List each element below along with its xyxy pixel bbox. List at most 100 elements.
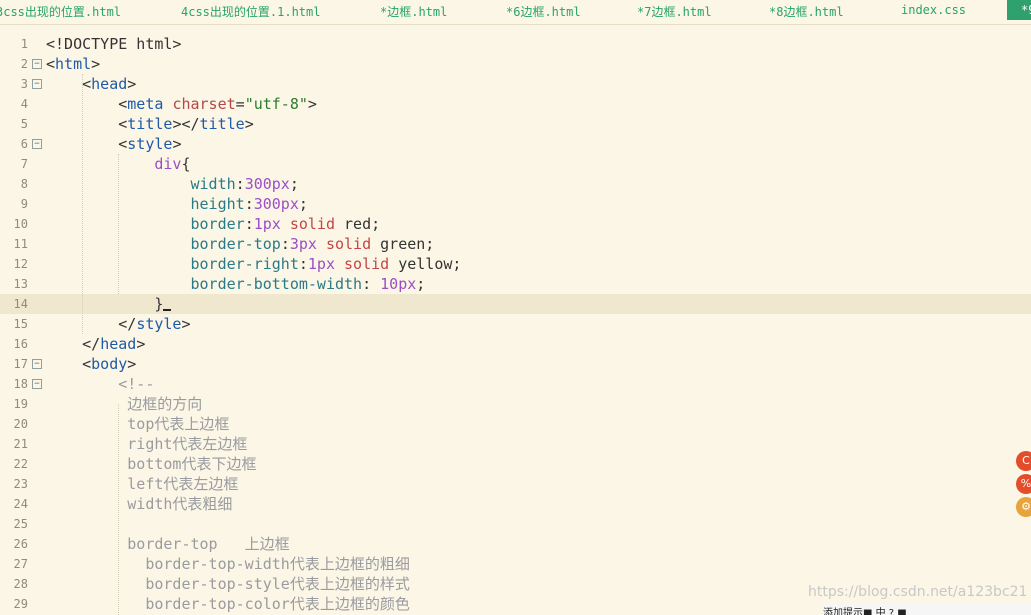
- line-number: 25: [13, 517, 28, 531]
- code-line[interactable]: 15 </style>: [0, 314, 1031, 334]
- code-line[interactable]: 23 left代表左边框: [0, 474, 1031, 494]
- code-text: border-top-color代表上边框的颜色: [46, 595, 410, 613]
- tab-3[interactable]: *6边框.html: [506, 3, 581, 20]
- code-line[interactable]: 17− <body>: [0, 354, 1031, 374]
- code-text: width代表粗细: [46, 495, 233, 513]
- code-text: bottom代表下边框: [46, 455, 257, 473]
- code-line[interactable]: 19 边框的方向: [0, 394, 1031, 414]
- code-text: <style>: [46, 135, 182, 153]
- line-number: 1: [20, 37, 28, 51]
- line-number: 7: [20, 157, 28, 171]
- code-text: top代表上边框: [46, 415, 230, 433]
- tab-4[interactable]: *7边框.html: [637, 3, 712, 20]
- line-number: 8: [20, 177, 28, 191]
- fold-toggle-icon[interactable]: −: [32, 359, 42, 369]
- code-text: <head>: [46, 75, 137, 93]
- code-line[interactable]: 3− <head>: [0, 74, 1031, 94]
- line-number: 11: [13, 237, 28, 251]
- line-number: 15: [13, 317, 28, 331]
- code-text: }: [46, 294, 172, 314]
- line-number: 18: [13, 377, 28, 391]
- code-line[interactable]: 20 top代表上边框: [0, 414, 1031, 434]
- code-line[interactable]: 2− <html>: [0, 54, 1031, 74]
- code-line[interactable]: 9 height:300px;: [0, 194, 1031, 214]
- indent-guide: [118, 154, 119, 294]
- fold-toggle-icon[interactable]: −: [32, 139, 42, 149]
- code-text: left代表左边框: [46, 475, 239, 493]
- code-line[interactable]: 11 border-top:3px solid green;: [0, 234, 1031, 254]
- tab-0[interactable]: 3css出现的位置.html: [0, 3, 121, 20]
- code-line[interactable]: 22 bottom代表下边框: [0, 454, 1031, 474]
- line-number: 2: [20, 57, 28, 71]
- code-line[interactable]: 13 border-bottom-width: 10px;: [0, 274, 1031, 294]
- code-line[interactable]: 25: [0, 514, 1031, 534]
- line-number: 5: [20, 117, 28, 131]
- line-number: 19: [13, 397, 28, 411]
- code-text: </style>: [46, 315, 191, 333]
- text-cursor: [163, 309, 172, 311]
- code-line[interactable]: 1 <!DOCTYPE html>: [0, 34, 1031, 54]
- code-text: border-top 上边框: [46, 535, 290, 553]
- indent-guide: [82, 74, 83, 334]
- line-number: 3: [20, 77, 28, 91]
- code-editor[interactable]: 1 <!DOCTYPE html> 2− <html> 3− <head> 4 <meta…: [0, 34, 1031, 615]
- line-number: 10: [13, 217, 28, 231]
- code-line[interactable]: 5 <title></title>: [0, 114, 1031, 134]
- tab-6[interactable]: index.css: [901, 3, 966, 17]
- code-text: border-top-style代表上边框的样式: [46, 575, 410, 593]
- code-text: border-right:1px solid yellow;: [190, 255, 462, 273]
- fold-toggle-icon[interactable]: −: [32, 59, 42, 69]
- code-line[interactable]: 10 border:1px solid red;: [0, 214, 1031, 234]
- tab-1[interactable]: 4css出现的位置.1.html: [181, 3, 320, 20]
- code-text: border-bottom-width: 10px;: [190, 275, 426, 293]
- line-number: 24: [13, 497, 28, 511]
- code-line[interactable]: 7 div{: [0, 154, 1031, 174]
- line-number: 4: [20, 97, 28, 111]
- code-text: <body>: [46, 355, 137, 373]
- code-text: border-top-width代表上边框的粗细: [46, 555, 410, 573]
- code-line[interactable]: 14 }: [0, 294, 1031, 314]
- code-line[interactable]: 4 <meta charset="utf-8">: [0, 94, 1031, 114]
- line-number: 9: [20, 197, 28, 211]
- code-text: <title></title>: [46, 115, 254, 133]
- ime-status-bar: 添加提示■ 中 ? ■: [823, 604, 1031, 615]
- code-text: right代表左边框: [46, 435, 248, 453]
- code-text: width:300px;: [190, 175, 299, 193]
- code-line[interactable]: 16 </head>: [0, 334, 1031, 354]
- percent-icon[interactable]: %: [1016, 474, 1031, 494]
- code-text: border-top:3px solid green;: [190, 235, 435, 253]
- gear-icon[interactable]: ⚙: [1016, 497, 1031, 517]
- tab-5[interactable]: *8边框.html: [769, 3, 844, 20]
- code-text: <!--: [46, 375, 155, 393]
- line-number: 14: [13, 297, 28, 311]
- code-line[interactable]: 6− <style>: [0, 134, 1031, 154]
- line-number: 20: [13, 417, 28, 431]
- line-number: 26: [13, 537, 28, 551]
- plugin-c-icon[interactable]: C: [1016, 451, 1031, 471]
- line-number: 22: [13, 457, 28, 471]
- tab-2[interactable]: *边框.html: [380, 3, 447, 20]
- code-text: <!DOCTYPE html>: [46, 35, 182, 53]
- line-number: 12: [13, 257, 28, 271]
- tab-bar: 3css出现的位置.html 4css出现的位置.1.html *边框.html *6…: [0, 0, 1031, 25]
- code-line[interactable]: 24 width代表粗细: [0, 494, 1031, 514]
- code-text: </head>: [46, 335, 146, 353]
- fold-toggle-icon[interactable]: −: [32, 79, 42, 89]
- code-line[interactable]: 21 right代表左边框: [0, 434, 1031, 454]
- code-line[interactable]: 27 border-top-width代表上边框的粗细: [0, 554, 1031, 574]
- tab-active[interactable]: *9: [1007, 0, 1031, 20]
- code-text: 边框的方向: [46, 395, 203, 413]
- fold-toggle-icon[interactable]: −: [32, 379, 42, 389]
- line-number: 27: [13, 557, 28, 571]
- code-line[interactable]: 8 width:300px;: [0, 174, 1031, 194]
- line-number: 17: [13, 357, 28, 371]
- code-text: border:1px solid red;: [190, 215, 381, 233]
- code-text: height:300px;: [190, 195, 308, 213]
- line-number: 29: [13, 597, 28, 611]
- code-line[interactable]: 12 border-right:1px solid yellow;: [0, 254, 1031, 274]
- line-number: 6: [20, 137, 28, 151]
- code-line[interactable]: 18− <!--: [0, 374, 1031, 394]
- line-number: 16: [13, 337, 28, 351]
- code-line[interactable]: 26 border-top 上边框: [0, 534, 1031, 554]
- indent-guide: [118, 404, 119, 615]
